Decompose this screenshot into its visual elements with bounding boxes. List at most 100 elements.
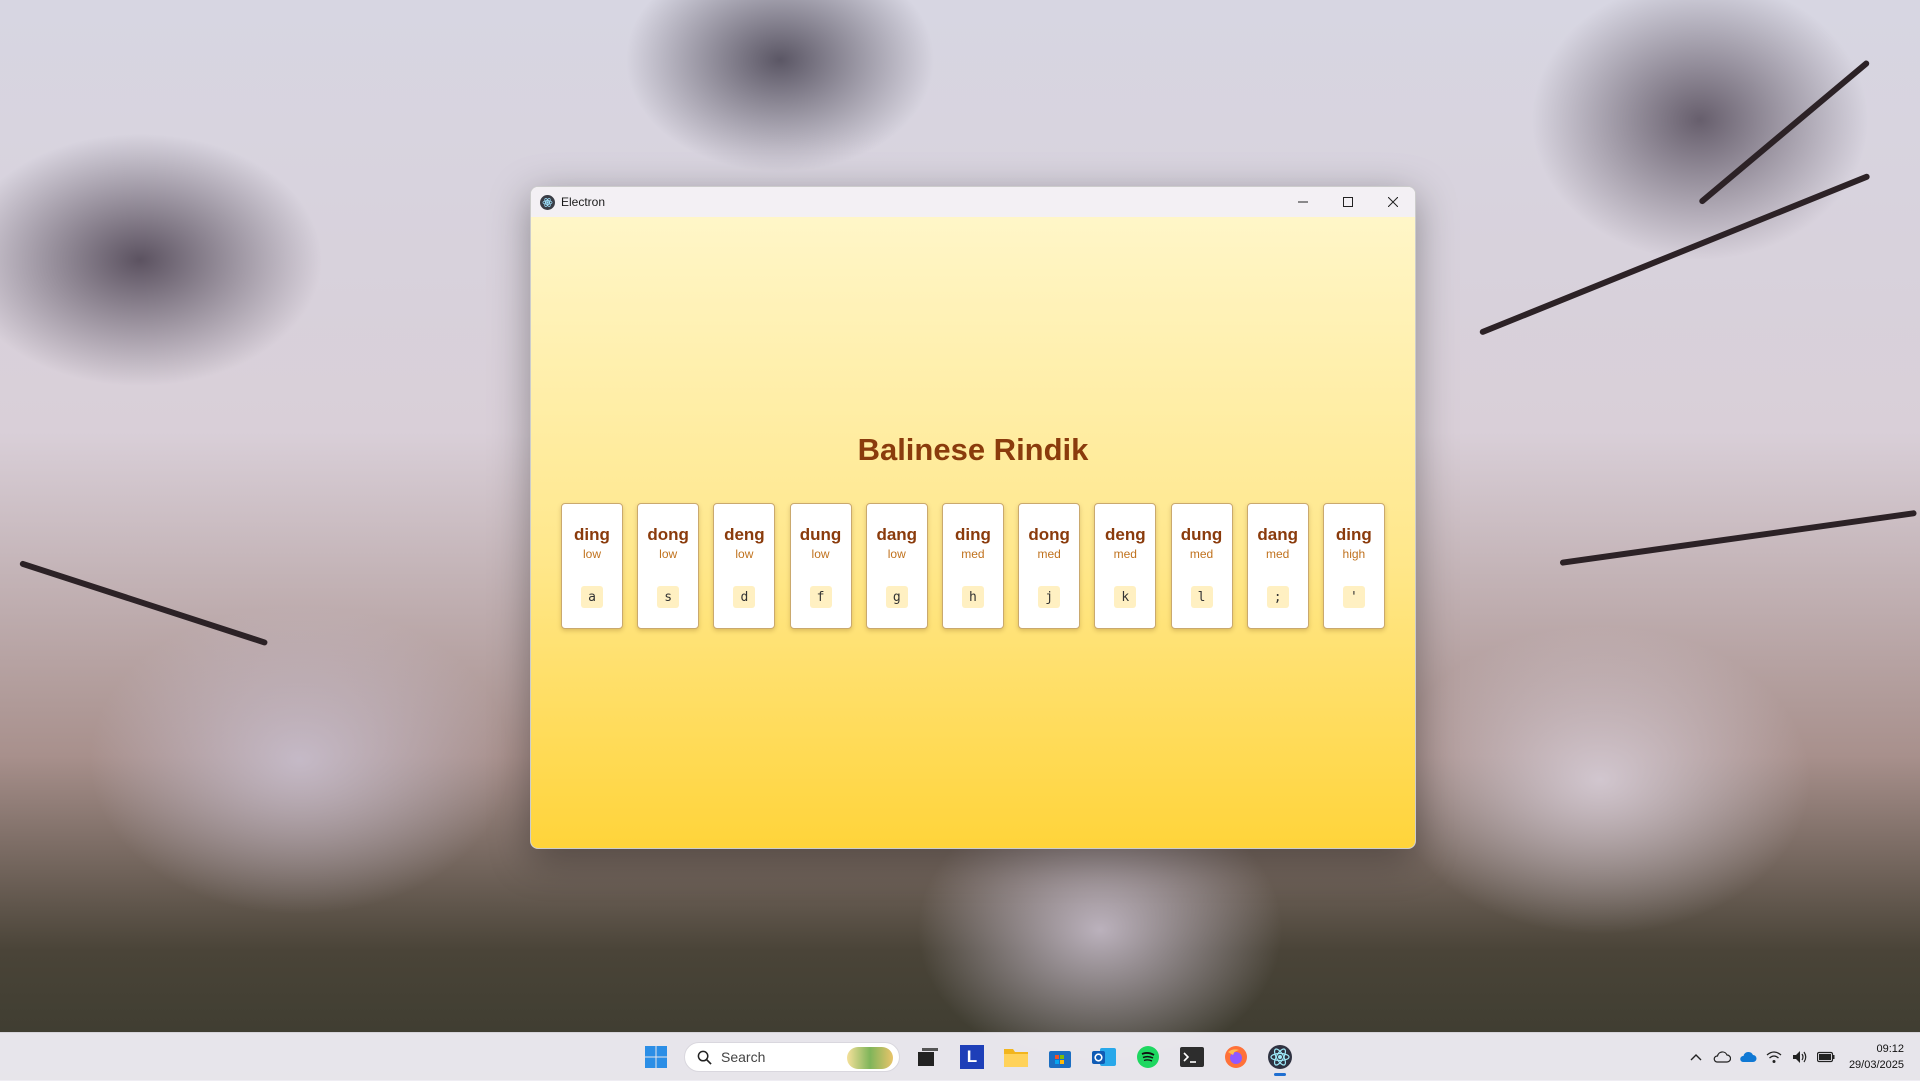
- keyboard-shortcut-badge: a: [581, 586, 603, 608]
- keyboard-shortcut-badge: ;: [1266, 586, 1289, 608]
- key-note-label: dang: [876, 525, 918, 544]
- tray-onedrive[interactable]: [1735, 1044, 1761, 1070]
- key-octave-label: med: [1189, 547, 1214, 561]
- wifi-icon: [1766, 1051, 1782, 1063]
- key-octave-label: low: [735, 547, 754, 561]
- key-note-label: ding: [574, 525, 610, 544]
- keyboard-shortcut-badge: h: [961, 586, 984, 608]
- taskbar-spotify[interactable]: [1128, 1037, 1168, 1077]
- rindik-key[interactable]: dong low s: [637, 503, 700, 629]
- minimize-icon: [1297, 201, 1308, 203]
- key-octave-label: low: [811, 547, 830, 561]
- window-controls: [1280, 187, 1415, 217]
- rindik-key[interactable]: deng low d: [713, 503, 776, 629]
- show-hidden-icons-button[interactable]: [1683, 1044, 1709, 1070]
- speaker-icon: [1792, 1051, 1807, 1063]
- key-note-label: dong: [1028, 525, 1070, 544]
- clock-date: 29/03/2025: [1848, 1059, 1904, 1071]
- outlook-icon: [1092, 1048, 1116, 1066]
- onedrive-icon: [1740, 1051, 1757, 1062]
- keyboard-shortcut-badge: l: [1190, 586, 1213, 608]
- clock-time: 09:12: [1876, 1043, 1904, 1055]
- rindik-key[interactable]: dang low g: [865, 503, 928, 629]
- task-view-icon: [918, 1048, 938, 1066]
- tray-volume[interactable]: [1787, 1044, 1813, 1070]
- keyboard-shortcut-badge: s: [657, 586, 680, 608]
- electron-icon: [1268, 1045, 1292, 1069]
- tray-battery[interactable]: [1813, 1044, 1839, 1070]
- key-octave-label: med: [1113, 547, 1137, 561]
- taskbar-electron[interactable]: [1260, 1037, 1300, 1077]
- tray-cloud[interactable]: [1709, 1044, 1735, 1070]
- rindik-key[interactable]: ding high ': [1322, 503, 1385, 629]
- app-l-icon: L: [960, 1045, 984, 1069]
- key-note-label: dong: [647, 525, 689, 544]
- battery-charging-icon: [1816, 1051, 1835, 1063]
- rindik-key[interactable]: dong med j: [1018, 503, 1081, 629]
- keyboard-shortcut-badge: f: [809, 586, 832, 608]
- rindik-key[interactable]: dang med;: [1246, 503, 1309, 629]
- key-octave-label: low: [659, 547, 678, 561]
- key-octave-label: med: [961, 547, 985, 561]
- key-octave-label: high: [1342, 547, 1366, 561]
- taskbar-microsoft-store[interactable]: [1040, 1037, 1080, 1077]
- rindik-key[interactable]: ding med h: [941, 503, 1004, 629]
- key-octave-label: med: [1037, 547, 1061, 561]
- keyboard-shortcut-badge: d: [733, 586, 756, 608]
- key-note-label: deng: [724, 525, 765, 544]
- app-window: Electron Balinese Rindik ding low a dong low…: [530, 186, 1416, 849]
- file-explorer-icon: [1004, 1049, 1028, 1067]
- close-icon: [1387, 197, 1398, 207]
- taskbar-file-explorer[interactable]: [996, 1037, 1036, 1077]
- taskbar-pinned: Search L: [634, 1033, 1302, 1081]
- maximize-button[interactable]: [1325, 187, 1370, 217]
- app-content: Balinese Rindik ding low a dong low s deng low d…: [531, 217, 1415, 848]
- wallpaper-branch: [19, 560, 269, 647]
- key-octave-label: low: [887, 547, 906, 561]
- start-button[interactable]: [636, 1037, 676, 1077]
- key-note-label: dang: [1257, 525, 1298, 544]
- taskbar-search[interactable]: Search: [684, 1042, 900, 1072]
- wallpaper-branch: [1478, 172, 1871, 336]
- taskbar-clock[interactable]: 09:12 29/03/2025: [1849, 1041, 1904, 1073]
- rindik-key[interactable]: dung med l: [1170, 503, 1233, 629]
- cloud-outline-icon: [1713, 1051, 1731, 1063]
- search-icon: [697, 1050, 712, 1065]
- keyboard-shortcut-badge: g: [885, 586, 908, 608]
- search-highlight-image: [847, 1047, 893, 1069]
- firefox-icon: [1225, 1046, 1247, 1068]
- terminal-icon: [1180, 1047, 1204, 1067]
- page-title: Balinese Rindik: [857, 432, 1089, 467]
- chevron-up-icon: [1690, 1054, 1702, 1061]
- key-note-label: dung: [1180, 525, 1223, 544]
- microsoft-store-icon: [1049, 1051, 1071, 1068]
- minimize-button[interactable]: [1280, 187, 1325, 217]
- key-note-label: deng: [1105, 525, 1146, 544]
- keyboard-shortcut-badge: j: [1038, 586, 1061, 608]
- window-titlebar[interactable]: Electron: [531, 187, 1415, 217]
- rindik-key[interactable]: deng med k: [1094, 503, 1157, 629]
- key-note-label: ding: [954, 525, 991, 544]
- rindik-key[interactable]: ding low a: [561, 503, 623, 629]
- taskbar-firefox[interactable]: [1216, 1037, 1256, 1077]
- electron-icon: [540, 194, 555, 210]
- key-note-label: dung: [799, 525, 842, 544]
- key-note-label: ding: [1335, 525, 1372, 544]
- instrument-keys: ding low a dong low s deng low d dung low f dang low g…: [561, 503, 1385, 629]
- key-octave-label: low: [582, 547, 601, 561]
- close-button[interactable]: [1370, 187, 1415, 217]
- taskbar-terminal[interactable]: [1172, 1037, 1212, 1077]
- taskbar-outlook[interactable]: [1084, 1037, 1124, 1077]
- system-tray: 09:12 29/03/2025: [1683, 1033, 1920, 1081]
- maximize-icon: [1342, 197, 1353, 207]
- taskbar: Search L 09:12 29/03/2025: [0, 1032, 1920, 1081]
- taskbar-app-l[interactable]: L: [952, 1037, 992, 1077]
- window-title: Electron: [561, 195, 606, 209]
- windows-start-icon: [645, 1046, 667, 1068]
- wallpaper-branch: [1559, 509, 1917, 566]
- keyboard-shortcut-badge: ': [1342, 586, 1365, 608]
- rindik-key[interactable]: dung low f: [789, 503, 852, 629]
- tray-network[interactable]: [1761, 1044, 1787, 1070]
- task-view-button[interactable]: [908, 1037, 948, 1077]
- search-label: Search: [721, 1049, 766, 1065]
